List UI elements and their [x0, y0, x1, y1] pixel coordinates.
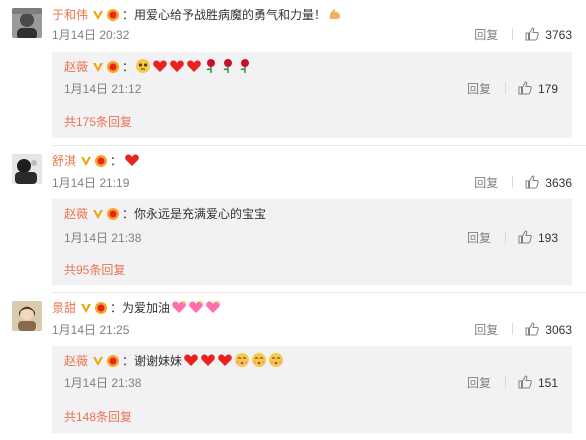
reply-username[interactable]: 赵薇	[64, 207, 88, 221]
divider	[512, 28, 514, 40]
vip-badge-icon	[92, 60, 104, 72]
timestamp: 1月14日 21:19	[52, 176, 130, 190]
reply-actions: 回复 179	[467, 80, 558, 98]
reply-button[interactable]: 回复	[467, 374, 491, 392]
flexed-biceps-icon	[327, 6, 343, 27]
sparkling-heart-icon	[171, 299, 187, 320]
rose-icon	[203, 58, 219, 79]
reply-timestamp: 1月14日 21:38	[64, 231, 142, 245]
like-count: 193	[537, 231, 558, 245]
comment-text: ：	[110, 154, 123, 168]
divider	[512, 323, 514, 335]
reply-box: 赵薇 ：谢谢妹妹 1月14日 21:38 回复 151 共148条回复	[52, 346, 572, 433]
medal-badge-icon	[106, 354, 120, 368]
thumbs-up-icon[interactable]	[518, 81, 532, 95]
like-count: 179	[537, 82, 558, 96]
timestamp: 1月14日 21:25	[52, 323, 130, 337]
sparkling-heart-icon	[188, 299, 204, 320]
timestamp: 1月14日 20:32	[52, 28, 130, 42]
medal-badge-icon	[106, 60, 120, 74]
medal-badge-icon	[94, 154, 108, 168]
username[interactable]: 舒淇	[52, 154, 76, 168]
vip-badge-icon	[92, 8, 104, 20]
rose-icon	[220, 58, 236, 79]
more-replies-link[interactable]: 共175条回复	[64, 113, 132, 131]
comment-3: 景甜 ：为爱加油 1月14日 21:25 回复 3063 赵薇 ：谢谢妹妹 1月14日…	[0, 293, 586, 440]
reply-box: 赵薇 ： 1月14日 21:12 回复 179 共175条回复	[52, 52, 572, 138]
medal-badge-icon	[106, 207, 120, 221]
reply-button[interactable]: 回复	[474, 26, 498, 44]
reply-username[interactable]: 赵薇	[64, 354, 88, 368]
vip-badge-icon	[80, 154, 92, 166]
reply-button[interactable]: 回复	[467, 80, 491, 98]
reply-button[interactable]: 回复	[474, 174, 498, 192]
username[interactable]: 于和伟	[52, 8, 88, 22]
kissing-face-icon	[234, 352, 250, 373]
thumbs-up-icon[interactable]	[525, 27, 540, 41]
reply-text: ：	[122, 60, 135, 74]
sparkling-heart-icon	[205, 299, 221, 320]
divider	[504, 82, 506, 94]
kissing-face-icon	[268, 352, 284, 373]
like-count: 3063	[545, 323, 572, 337]
more-replies-link[interactable]: 共148条回复	[64, 408, 132, 426]
heart-icon	[183, 352, 199, 373]
medal-badge-icon	[94, 301, 108, 315]
divider	[504, 231, 506, 243]
comment-actions: 回复 3763	[474, 26, 572, 44]
heart-icon	[152, 58, 168, 79]
heart-icon	[200, 352, 216, 373]
divider	[512, 176, 514, 188]
vip-badge-icon	[92, 354, 104, 366]
heart-icon	[123, 152, 141, 173]
like-count: 3636	[545, 176, 572, 190]
rose-icon	[237, 58, 253, 79]
medal-badge-icon	[106, 8, 120, 22]
heart-icon	[169, 58, 185, 79]
comment-1: 于和伟 ：用爱心给予战胜病魔的勇气和力量！ 1月14日 20:32 回复 3763 …	[0, 0, 586, 147]
comment-actions: 回复 3063	[474, 321, 572, 339]
avatar[interactable]	[12, 8, 42, 38]
thumbs-up-icon[interactable]	[525, 322, 540, 336]
heart-icon	[186, 58, 202, 79]
thumbs-up-icon[interactable]	[518, 375, 532, 389]
comment-2: 舒淇 ： 1月14日 21:19 回复 3636 赵薇 ：你永远是充满爱心的宝宝 1月…	[0, 146, 586, 292]
comment-text: ：为爱加油	[110, 301, 171, 315]
reply-actions: 回复 151	[467, 374, 558, 392]
like-count: 3763	[545, 28, 572, 42]
pleading-face-icon	[135, 58, 151, 79]
username[interactable]: 景甜	[52, 301, 76, 315]
thumbs-up-icon[interactable]	[525, 175, 540, 189]
comment-text: ：用爱心给予战胜病魔的勇气和力量！	[122, 8, 327, 22]
avatar[interactable]	[12, 154, 42, 184]
thumbs-up-icon[interactable]	[518, 230, 532, 244]
reply-button[interactable]: 回复	[474, 321, 498, 339]
reply-username[interactable]: 赵薇	[64, 60, 88, 74]
vip-badge-icon	[80, 301, 92, 313]
reply-actions: 回复 193	[467, 229, 558, 247]
like-count: 151	[537, 376, 558, 390]
more-replies-link[interactable]: 共95条回复	[64, 261, 125, 279]
divider	[504, 376, 506, 388]
kissing-face-icon	[251, 352, 267, 373]
reply-button[interactable]: 回复	[467, 229, 491, 247]
reply-box: 赵薇 ：你永远是充满爱心的宝宝 1月14日 21:38 回复 193 共95条回复	[52, 199, 572, 285]
vip-badge-icon	[92, 207, 104, 219]
reply-timestamp: 1月14日 21:38	[64, 376, 142, 390]
heart-icon	[217, 352, 233, 373]
reply-text: ：谢谢妹妹	[122, 354, 183, 368]
reply-timestamp: 1月14日 21:12	[64, 82, 142, 96]
avatar[interactable]	[12, 301, 42, 331]
comment-actions: 回复 3636	[474, 174, 572, 192]
reply-text: ：你永远是充满爱心的宝宝	[122, 207, 267, 221]
